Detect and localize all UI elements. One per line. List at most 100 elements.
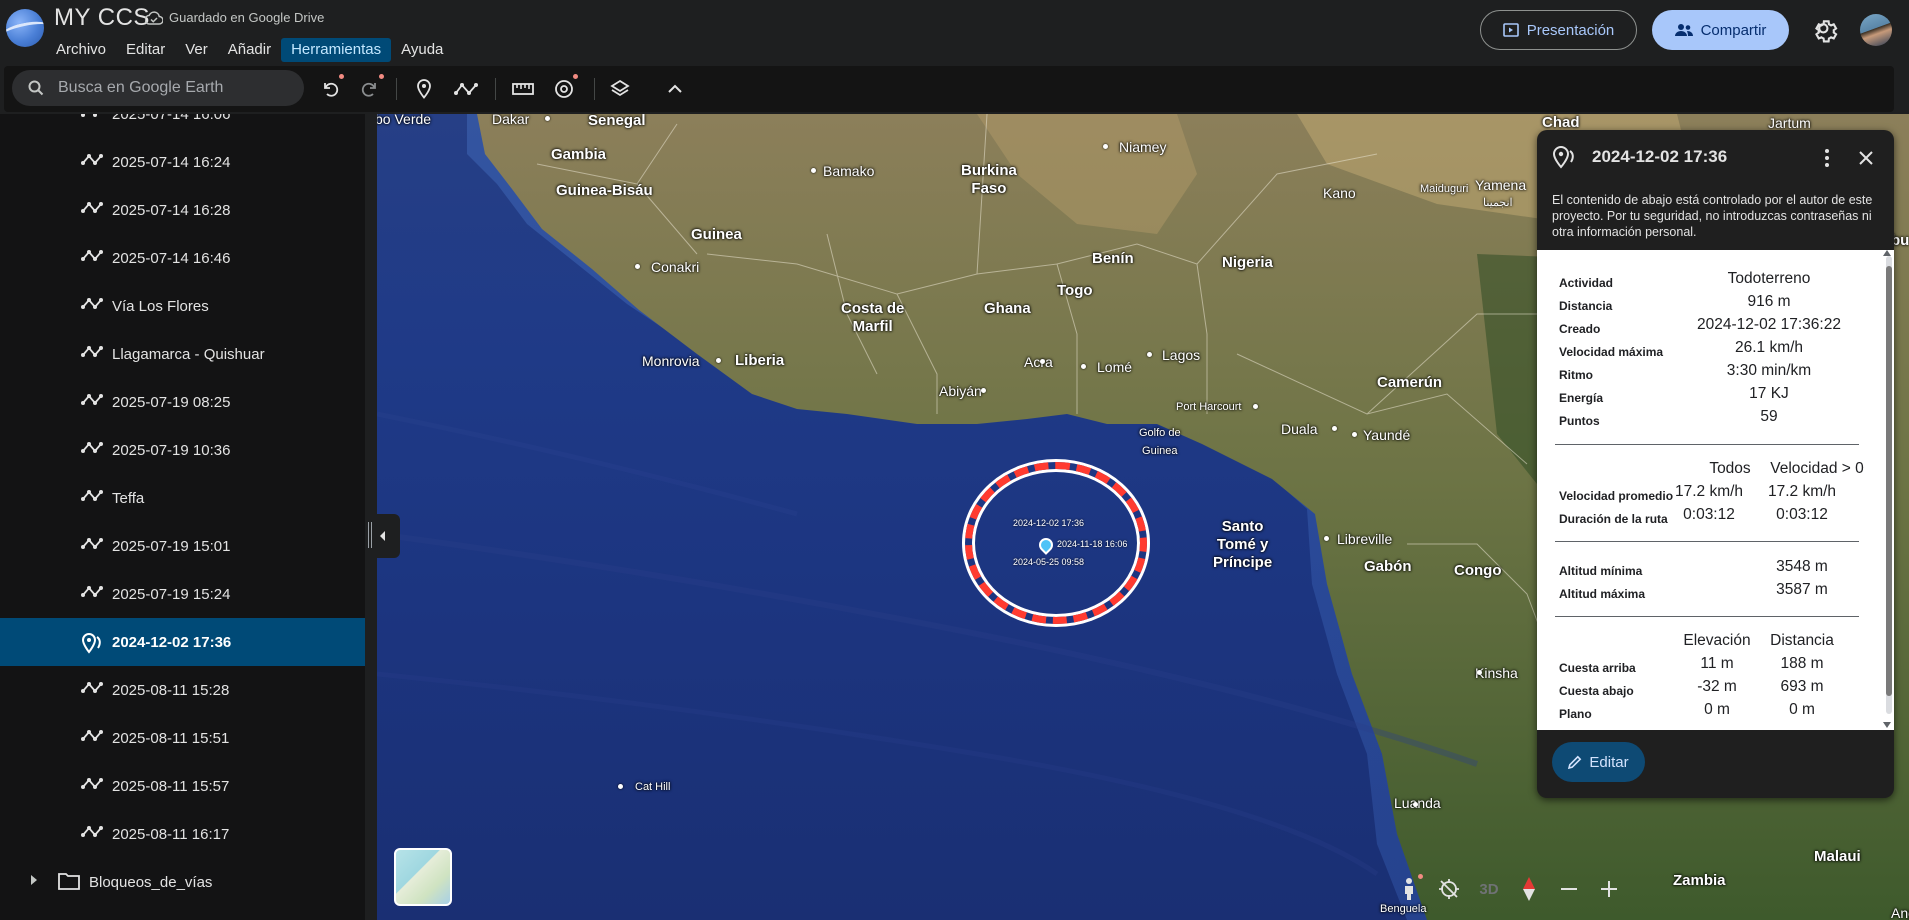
menu-anadir[interactable]: Añadir	[218, 38, 281, 62]
menu-ver[interactable]: Ver	[175, 38, 218, 62]
map-label-zambia: Zambia	[1673, 872, 1726, 889]
history-badge	[573, 74, 578, 79]
sidebar-item[interactable]: Teffa	[0, 474, 365, 522]
panel-title: 2024-12-02 17:36	[1592, 147, 1728, 166]
measure-button[interactable]	[510, 76, 536, 102]
sidebar-item[interactable]: 2025-07-19 15:24	[0, 570, 365, 618]
map-label-lome: Lomé	[1097, 359, 1133, 375]
menu-bar: Archivo Editar Ver Añadir Herramientas A…	[46, 38, 453, 62]
location-off-button[interactable]	[1434, 872, 1464, 906]
cloud-done-icon	[145, 10, 163, 25]
path-icon	[80, 776, 104, 796]
map-label-monrovia: Monrovia	[642, 353, 700, 369]
present-button[interactable]: Presentación	[1480, 10, 1637, 50]
collapse-toolbar-button[interactable]	[662, 76, 688, 102]
sidebar-item[interactable]: Vía Los Flores	[0, 282, 365, 330]
stat-value: 17 KJ	[1749, 385, 1789, 402]
pegman-button[interactable]	[1394, 872, 1424, 906]
city-dot	[1040, 359, 1045, 364]
divider	[1555, 444, 1859, 445]
map-label-santo-tome: Santo Tomé y Príncipe	[1213, 518, 1273, 571]
settings-gear-icon[interactable]	[1812, 17, 1838, 43]
user-avatar[interactable]	[1860, 14, 1892, 46]
stat-key: Distancia	[1559, 299, 1613, 313]
present-button-label: Presentación	[1526, 21, 1615, 39]
sidebar-item-label: 2025-07-14 16:06	[112, 114, 231, 123]
menu-ayuda[interactable]: Ayuda	[391, 38, 453, 62]
sidebar-item[interactable]: 2025-07-14 16:06	[0, 114, 365, 138]
undo-button[interactable]	[317, 74, 344, 102]
map-label-benin: Benín	[1092, 250, 1134, 267]
map-style-thumbnail[interactable]	[394, 848, 452, 906]
sidebar-folder[interactable]: Bloqueos_de_vías	[0, 858, 365, 906]
stat-key: Velocidad promedio	[1559, 489, 1674, 503]
sidebar-item[interactable]: 2025-08-11 15:28	[0, 666, 365, 714]
map-label-niamey: Niamey	[1119, 139, 1167, 155]
stat-value: 17.2 km/h	[1767, 483, 1837, 500]
layers-icon	[610, 79, 630, 97]
pin-label-b[interactable]: 2024-11-18 16:06	[1057, 539, 1127, 549]
sidebar-item[interactable]: 2024-12-02 17:36	[0, 618, 365, 666]
scroll-down-arrow-icon[interactable]	[1883, 722, 1891, 728]
pegman-badge	[1418, 874, 1423, 879]
stat-value: Todoterreno	[1727, 270, 1811, 287]
city-dot	[1413, 802, 1418, 807]
zoom-in-button[interactable]	[1594, 872, 1624, 906]
city-dot	[1081, 364, 1086, 369]
add-placemark-button[interactable]	[411, 76, 437, 102]
speed-row-duration: Duración de la ruta 0:03:12 0:03:12	[1559, 506, 1869, 529]
menu-archivo[interactable]: Archivo	[46, 38, 116, 62]
sidebar-item[interactable]: 2025-08-11 15:57	[0, 762, 365, 810]
stat-value: 59	[1760, 408, 1778, 425]
sidebar-item[interactable]: 2025-08-11 16:17	[0, 810, 365, 858]
chevron-right-icon[interactable]	[30, 874, 38, 886]
sidebar-item[interactable]: 2025-08-11 15:51	[0, 714, 365, 762]
pin-label-c[interactable]: 2024-05-25 09:58	[1013, 557, 1084, 567]
more-options-icon[interactable]	[1824, 148, 1830, 168]
sidebar-item[interactable]: 2025-07-14 16:46	[0, 234, 365, 282]
stat-row-pace: Ritmo 3:30 min/km	[1559, 362, 1869, 385]
toolbar-divider	[594, 78, 595, 100]
search-box[interactable]	[12, 70, 304, 106]
stat-key: Altitud mínima	[1559, 564, 1643, 578]
search-input[interactable]	[58, 79, 278, 97]
sidebar-item-label: 2025-07-14 16:46	[112, 249, 231, 267]
layers-button[interactable]	[607, 76, 633, 102]
city-dot	[618, 784, 623, 789]
close-icon[interactable]	[1858, 150, 1874, 166]
redo-button[interactable]	[357, 74, 384, 102]
sidebar-resize-grip[interactable]	[368, 522, 372, 548]
altitude-row-max: Altitud máxima 3587 m	[1559, 581, 1869, 604]
edit-button[interactable]: Editar	[1552, 742, 1645, 782]
menu-herramientas[interactable]: Herramientas	[281, 38, 392, 62]
share-button[interactable]: Compartir	[1652, 10, 1789, 50]
sidebar-item[interactable]: 2025-07-14 16:28	[0, 186, 365, 234]
compass-icon	[1523, 877, 1535, 901]
zoom-out-button[interactable]	[1554, 872, 1584, 906]
historical-imagery-button[interactable]	[551, 74, 578, 102]
draw-path-button[interactable]	[453, 76, 479, 102]
path-icon	[80, 728, 104, 748]
divider	[1555, 616, 1859, 617]
pin-label-a[interactable]: 2024-12-02 17:36	[1013, 518, 1084, 528]
edit-button-label: Editar	[1589, 753, 1629, 771]
sidebar-item[interactable]: 2025-07-19 08:25	[0, 378, 365, 426]
stat-value: 916 m	[1747, 293, 1791, 310]
google-earth-logo-icon[interactable]	[6, 9, 44, 47]
sidebar-item[interactable]: Llagamarca - Quishuar	[0, 330, 365, 378]
path-icon	[80, 152, 104, 172]
path-icon	[80, 200, 104, 220]
sidebar-item[interactable]: 2025-07-14 16:24	[0, 138, 365, 186]
compass-button[interactable]	[1514, 872, 1544, 906]
sidebar-item-label: 2025-08-11 15:57	[112, 777, 230, 795]
panel-scrollbar[interactable]	[1886, 256, 1892, 714]
map-label-acra: Acra	[1024, 354, 1053, 370]
sidebar-item[interactable]: 2025-07-19 10:36	[0, 426, 365, 474]
menu-editar[interactable]: Editar	[116, 38, 175, 62]
scroll-up-arrow-icon[interactable]	[1883, 250, 1891, 256]
project-title[interactable]: MY CCS	[54, 4, 150, 32]
sidebar-item[interactable]: 2025-07-19 15:01	[0, 522, 365, 570]
map-label-kano: Kano	[1323, 185, 1356, 201]
path-icon	[80, 440, 104, 460]
toggle-3d-button[interactable]: 3D	[1474, 872, 1504, 906]
